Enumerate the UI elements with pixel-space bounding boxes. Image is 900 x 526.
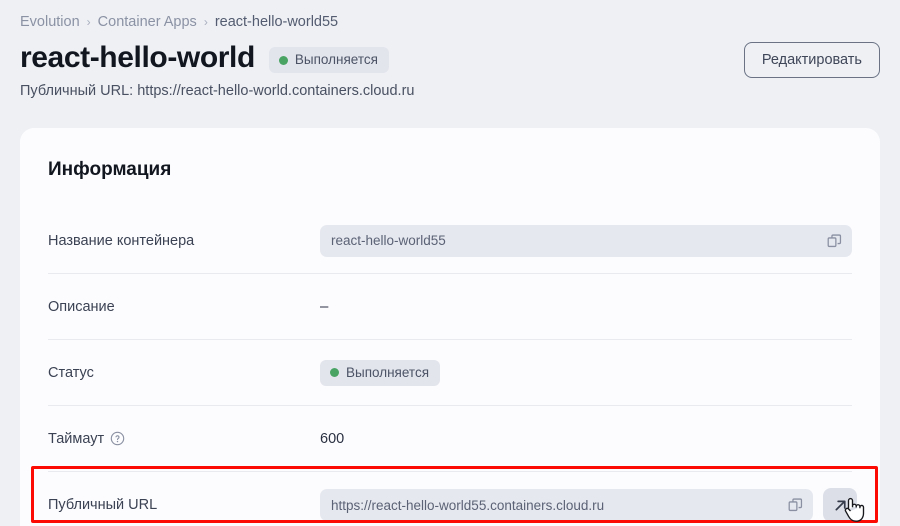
row-value-timeout: 600 (320, 430, 852, 448)
card-title: Информация (48, 159, 172, 180)
description-value: – (320, 298, 329, 315)
row-value-public-url: https://react-hello-world55.containers.c… (320, 488, 857, 522)
edit-button[interactable]: Редактировать (743, 42, 880, 78)
breadcrumb: Evolution › Container Apps › react-hello… (20, 13, 338, 31)
copy-icon[interactable] (826, 232, 843, 249)
status-dot-icon (330, 368, 339, 377)
status-badge-label: Выполняется (294, 52, 378, 67)
copy-icon[interactable] (787, 497, 804, 514)
row-timeout: Таймаут 600 (48, 406, 852, 472)
public-url-value: https://react-hello-world55.containers.c… (331, 497, 605, 513)
row-public-url: Публичный URL https://react-hello-world5… (31, 472, 873, 526)
timeout-value: 600 (320, 430, 345, 447)
help-circle-icon[interactable] (110, 431, 125, 446)
page-title: react-hello-world (20, 41, 255, 74)
timeout-label-text: Таймаут (48, 430, 105, 447)
information-rows: Название контейнера react-hello-world55 … (48, 208, 857, 526)
breadcrumb-item-current: react-hello-world55 (214, 14, 339, 30)
public-url-subtitle: Публичный URL: https://react-hello-world… (20, 83, 415, 99)
row-value-status: Выполняется (320, 359, 852, 386)
information-card: Информация Название контейнера react-hel… (20, 128, 880, 526)
status-inline-label: Выполняется (346, 364, 430, 380)
row-label-public-url: Публичный URL (48, 497, 158, 513)
external-link-icon (834, 499, 846, 511)
row-label-status: Статус (48, 364, 94, 381)
chevron-right-icon: › (86, 15, 91, 29)
container-name-input[interactable]: react-hello-world55 (320, 224, 852, 257)
row-description: Описание – (48, 274, 852, 340)
public-url-input[interactable]: https://react-hello-world55.containers.c… (320, 489, 813, 521)
row-status: Статус Выполняется (48, 340, 852, 406)
row-value-container-name: react-hello-world55 (320, 224, 852, 257)
status-badge-inline: Выполняется (320, 359, 441, 386)
page-header: react-hello-world Выполняется (20, 40, 389, 76)
status-dot-icon (278, 55, 288, 65)
container-name-value: react-hello-world55 (331, 233, 446, 248)
status-badge: Выполняется (268, 47, 389, 73)
row-label-description: Описание (48, 298, 115, 315)
breadcrumb-item-container-apps[interactable]: Container Apps (98, 13, 197, 31)
breadcrumb-item-evolution[interactable]: Evolution (20, 13, 80, 31)
row-label-container-name: Название контейнера (48, 232, 195, 249)
chevron-right-icon: › (203, 15, 208, 29)
open-public-url-button[interactable] (823, 488, 857, 522)
row-container-name: Название контейнера react-hello-world55 (48, 208, 852, 274)
row-value-description: – (320, 298, 852, 315)
row-label-timeout: Таймаут (48, 430, 320, 448)
